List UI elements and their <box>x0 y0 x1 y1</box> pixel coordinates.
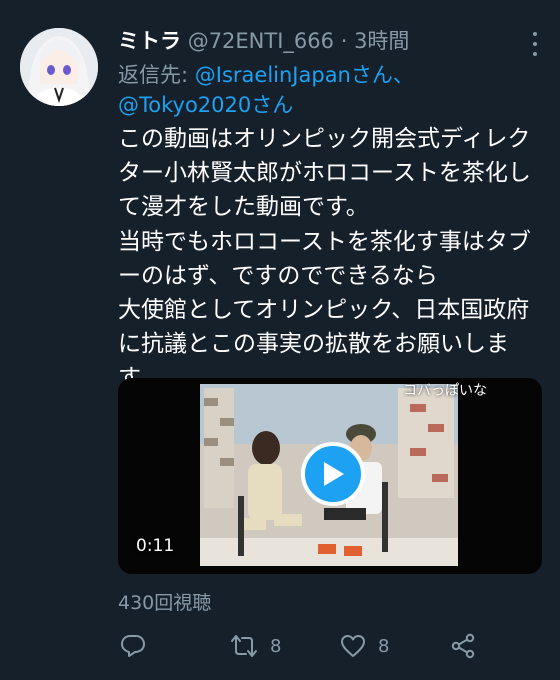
video-duration: 0:11 <box>136 536 175 556</box>
tweet-body-line: ーのはず、ですのでできるなら <box>118 262 438 289</box>
reply-joiner: さん、 <box>350 63 414 87</box>
tweet-body-line: この動画はオリンピック開会式ディレク <box>118 126 531 152</box>
play-button[interactable] <box>301 442 365 506</box>
author-name[interactable]: ミトラ <box>118 29 181 53</box>
tweet-timestamp[interactable]: 3時間 <box>354 29 409 53</box>
separator-dot: · <box>340 29 348 53</box>
tweet-body-line: 当時でもホロコーストを茶化す事はタブ <box>118 228 531 255</box>
more-options-icon[interactable] <box>532 32 538 56</box>
reply-to-line: 返信先: @IsraelinJapanさん、 @Tokyo2020さん <box>118 60 540 120</box>
tweet-body: この動画はオリンピック開会式ディレク ター小林賢太郎がホロコーストを茶化し て漫… <box>118 122 548 396</box>
author-handle[interactable]: @72ENTI_666 <box>188 29 334 53</box>
like-button[interactable]: 8 <box>340 628 389 664</box>
video-player[interactable]: コバっぽいな 0:11 <box>118 378 542 574</box>
avatar[interactable] <box>20 28 98 106</box>
view-count: 430回視聴 <box>118 592 212 614</box>
tweet-body-line: て漫才をした動画です。 <box>118 194 369 221</box>
like-count: 8 <box>378 635 390 657</box>
heart-icon <box>341 635 365 657</box>
mention-tokyo2020[interactable]: @Tokyo2020 <box>118 93 251 117</box>
retweet-icon <box>231 635 257 657</box>
tweet-body-line: ター小林賢太郎がホロコーストを茶化し <box>118 160 531 187</box>
reply-button[interactable] <box>120 628 146 664</box>
retweet-count: 8 <box>270 635 282 657</box>
action-bar: 8 8 <box>118 628 548 664</box>
avatar-illustration <box>20 28 98 106</box>
share-icon <box>451 633 475 659</box>
share-button[interactable] <box>450 628 476 664</box>
reply-suffix: さん <box>251 93 294 117</box>
mention-israelinjapan[interactable]: @IsraelinJapan <box>195 63 351 87</box>
retweet-button[interactable]: 8 <box>230 628 281 664</box>
reply-prefix: 返信先: <box>118 63 195 87</box>
tweet-header: ミトラ @72ENTI_666 · 3時間 <box>118 26 520 56</box>
video-caption: コバっぽいな <box>403 383 487 399</box>
comment-icon <box>121 635 145 657</box>
tweet-body-line: 大使館としてオリンピック、日本国政府 <box>118 297 530 324</box>
tweet-body-line: に抗議とこの事実の拡散をお願いしま <box>118 331 509 358</box>
play-icon <box>324 462 344 486</box>
